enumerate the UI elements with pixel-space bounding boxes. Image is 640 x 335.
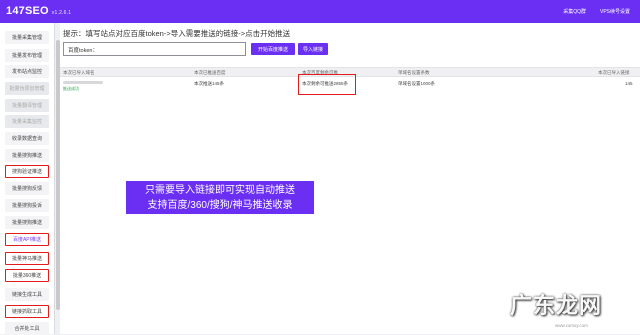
app-version: v1.2.6.1 (51, 10, 72, 16)
instruction-tip: 提示：填写站点对应百度token->导入需要推送的链接->点击开始推送 (63, 29, 291, 38)
sidebar-item-shenma-push[interactable]: 批量神马推送 (5, 252, 49, 265)
sidebar-item-batch-translate[interactable]: 批量翻译管理 (5, 99, 49, 112)
callout-line-2: 支持百度/360/搜狗/神马推送收录 (147, 200, 293, 211)
import-links-button[interactable]: 导入链接 (298, 43, 328, 55)
blurred-domain (63, 81, 103, 84)
baidu-token-input[interactable]: 百度token： (63, 42, 246, 56)
sidebar-item-360-push[interactable]: 批量360推送 (5, 269, 49, 282)
top-link-qq-group[interactable]: 采集QQ群 (563, 8, 586, 15)
watermark-logo: 广东龙网 (510, 293, 603, 319)
col-imported-links: 本次已导入链接 (598, 70, 630, 75)
col-per-domain-setting: 单域名设置条数 (398, 70, 430, 75)
app-name: 147SEO (6, 5, 49, 17)
top-link-vps-settings[interactable]: VPS续号设置 (600, 8, 630, 15)
cell-imported: 145 (625, 81, 633, 86)
sidebar-item-baidu-api-push[interactable]: 百度API推送 (5, 233, 49, 246)
promo-callout: 只需要导入链接即可实现自动推送 支持百度/360/搜狗/神马推送收录 (126, 181, 314, 214)
cell-pushed: 本次推送145条 (194, 81, 225, 86)
col-imported-domains: 本次已导入域名 (63, 70, 95, 75)
sidebar-item-pseudo-original[interactable]: 批量伪原创管理 (5, 82, 49, 95)
sidebar: 批量采集管理 批量发布管理 发布站点监控 批量伪原创管理 批量翻译管理 批量采集… (0, 23, 55, 335)
sidebar-item-batch-collect[interactable]: 批量采集管理 (5, 31, 49, 44)
sidebar-item-index-query[interactable]: 收录数据查询 (5, 132, 49, 145)
top-bar: 147SEO v1.2.6.1 采集QQ群 VPS续号设置 (0, 0, 640, 23)
sidebar-item-link-crawler[interactable]: 链接抓取工具 (5, 305, 49, 318)
app-brand[interactable]: 147SEO v1.2.6.1 (6, 5, 71, 17)
top-links: 采集QQ群 VPS续号设置 (563, 8, 630, 15)
sidebar-item-batch-publish[interactable]: 批量发布管理 (5, 49, 49, 62)
sidebar-item-sogou-push-2[interactable]: 批量搜狗推送 (5, 216, 49, 229)
sidebar-item-sogou-verify-push[interactable]: 搜狗验证推送 (5, 165, 49, 178)
col-pushed-baidu: 本次已推送百度 (194, 70, 226, 75)
remaining-highlight-box (298, 74, 356, 95)
sidebar-item-sogou-push[interactable]: 批量搜狗推送 (5, 149, 49, 162)
sidebar-item-collect-monitor[interactable]: 批量采集监控 (5, 115, 49, 128)
sidebar-item-link-generator[interactable]: 链接生成工具 (5, 288, 49, 301)
start-baidu-push-button[interactable]: 开始百度推送 (251, 43, 295, 55)
sidebar-item-site-monitor[interactable]: 发布站点监控 (5, 65, 49, 78)
callout-line-1: 只需要导入链接即可实现自动推送 (145, 185, 295, 196)
watermark-url: www.cxmxy.com (555, 323, 588, 328)
sidebar-item-sogou-feedback[interactable]: 批量搜狗反馈 (5, 182, 49, 195)
push-status: 推送成功 (63, 86, 79, 91)
sidebar-item-sogou-complaint[interactable]: 批量搜狗投诉 (5, 199, 49, 212)
sidebar-item-merge-tool[interactable]: 合并处工具 (5, 322, 49, 335)
cell-setting: 单域名设置1000条 (398, 81, 436, 86)
